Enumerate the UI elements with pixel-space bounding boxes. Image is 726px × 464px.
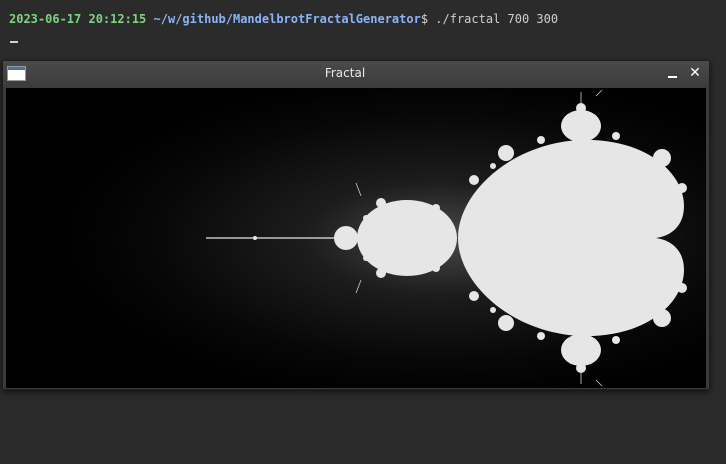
prompt-path: ~/w/github/MandelbrotFractalGenerator [153, 12, 421, 26]
minor-bulb [612, 336, 620, 344]
minor-bulb [537, 332, 545, 340]
minor-bulb [653, 149, 671, 167]
small-bulb [334, 226, 358, 250]
antenna-minibrot [253, 236, 257, 240]
window-titlebar[interactable]: Fractal ✕ [3, 61, 709, 87]
minor-bulb [432, 264, 440, 272]
fractal-canvas[interactable] [6, 88, 706, 388]
minor-bulb [490, 163, 496, 169]
prompt-command: ./fractal 700 300 [428, 12, 559, 26]
minimize-button[interactable] [665, 65, 681, 81]
minor-bulb [363, 255, 369, 261]
minor-bulb [677, 283, 687, 293]
minor-bulb [363, 215, 369, 221]
minor-bulb [469, 175, 479, 185]
prompt-dollar: $ [420, 12, 429, 26]
bottom-bulb [561, 334, 601, 366]
minor-bulb [490, 307, 496, 313]
prompt-timestamp: 2023-06-17 20:12:15 [9, 12, 147, 26]
terminal-window[interactable]: 2023-06-17 20:12:15 ~/w/github/Mandelbro… [0, 0, 726, 464]
close-button[interactable]: ✕ [687, 65, 703, 81]
fractal-window[interactable]: Fractal ✕ [2, 60, 710, 390]
window-title: Fractal [324, 66, 366, 80]
minor-bulb [537, 136, 545, 144]
minor-bulb [653, 309, 671, 327]
prompt-line: 2023-06-17 20:12:15 ~/w/github/Mandelbro… [9, 12, 558, 26]
minor-bulb [612, 132, 620, 140]
minor-bulb [498, 315, 514, 331]
bottom-bulb-tip [576, 363, 586, 373]
minor-bulb [432, 204, 440, 212]
close-icon: ✕ [689, 65, 701, 81]
top-bulb [561, 110, 601, 142]
terminal-cursor [10, 41, 18, 43]
minor-bulb [677, 183, 687, 193]
period2-bulb [357, 200, 457, 276]
minimize-icon [668, 76, 677, 78]
minor-bulb [498, 145, 514, 161]
minor-bulb [376, 268, 386, 278]
minor-bulb [376, 198, 386, 208]
top-bulb-tip [576, 103, 586, 113]
minor-bulb [469, 291, 479, 301]
